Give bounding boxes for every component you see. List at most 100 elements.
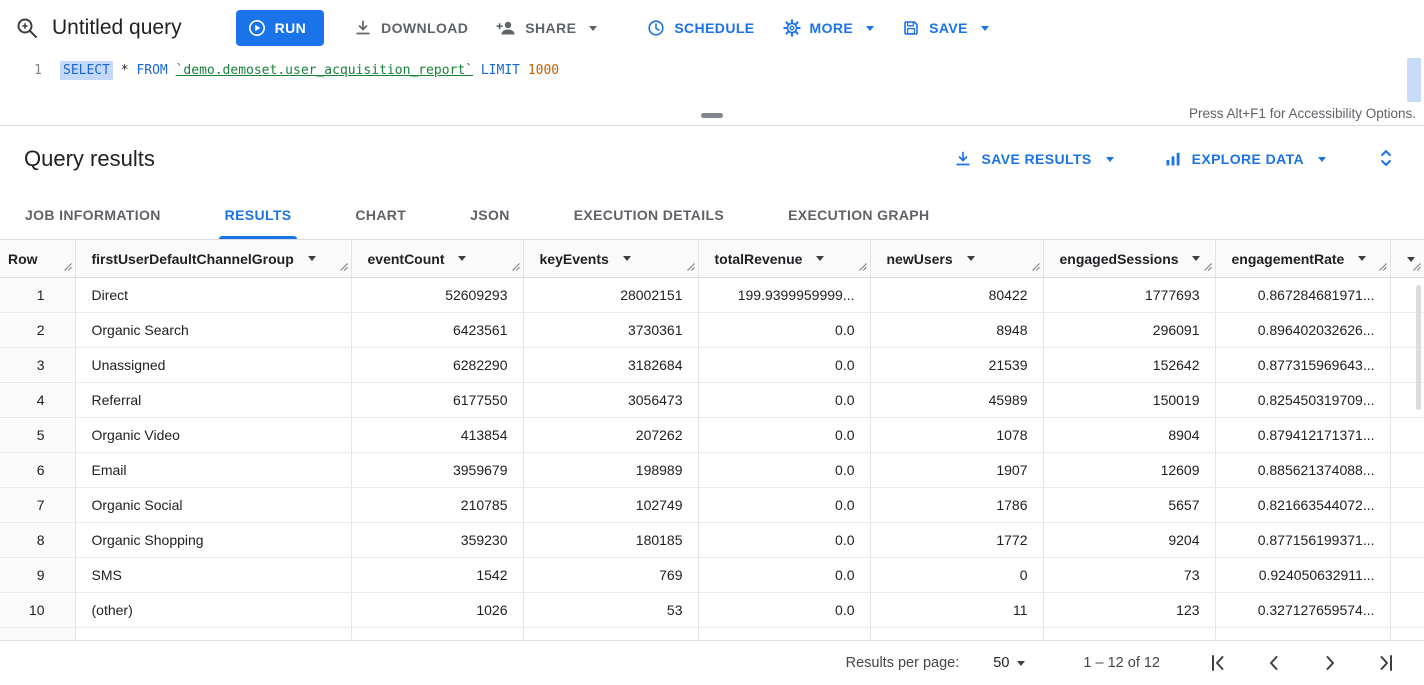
- first-page-button[interactable]: [1206, 651, 1230, 675]
- page-size-select[interactable]: 50: [993, 655, 1025, 671]
- table-cell: 413854: [351, 417, 523, 452]
- column-resize-icon[interactable]: [1203, 261, 1213, 272]
- table-cell-overflow: [1390, 487, 1424, 522]
- column-resize-icon[interactable]: [1412, 261, 1422, 272]
- table-cell: Organic Shopping: [75, 522, 351, 557]
- panel-resize-handle[interactable]: [701, 113, 723, 118]
- column-resize-icon[interactable]: [858, 261, 868, 272]
- table-cell: 3959679: [351, 452, 523, 487]
- chevron-left-icon: [1262, 651, 1286, 675]
- row-number-cell: 6: [0, 452, 75, 487]
- sql-token: SELECT: [60, 61, 113, 80]
- sql-editor[interactable]: 1 SELECT * FROM `demo.demoset.user_acqui…: [0, 56, 1424, 126]
- table-scrollbar[interactable]: [1416, 285, 1421, 410]
- save-icon: [902, 19, 920, 37]
- table-cell: 104: [523, 627, 698, 640]
- table-cell: 1772: [870, 522, 1043, 557]
- next-page-button[interactable]: [1318, 651, 1342, 675]
- column-header-row[interactable]: Row: [0, 240, 75, 277]
- column-resize-icon[interactable]: [511, 261, 521, 272]
- sql-line[interactable]: SELECT * FROM `demo.demoset.user_acquisi…: [60, 61, 559, 81]
- sql-table-link[interactable]: `demo.demoset.user_acquisition_report`: [176, 63, 473, 78]
- column-header-engaged-sessions[interactable]: engagedSessions: [1043, 240, 1215, 277]
- sort-dropdown-icon[interactable]: [816, 256, 824, 261]
- table-cell: 296091: [1043, 312, 1215, 347]
- table-cell: Paid Social: [75, 627, 351, 640]
- editor-scrollbar[interactable]: [1407, 58, 1421, 102]
- table-row: 8Organic Shopping3592301801850.017729204…: [0, 522, 1424, 557]
- share-button[interactable]: SHARE: [496, 19, 597, 37]
- last-page-button[interactable]: [1374, 651, 1398, 675]
- pagination-range: 1 – 12 of 12: [1083, 655, 1160, 671]
- previous-page-button[interactable]: [1262, 651, 1286, 675]
- more-button[interactable]: MORE: [783, 19, 875, 37]
- column-header-total-revenue[interactable]: totalRevenue: [698, 240, 870, 277]
- table-cell: 1542: [351, 557, 523, 592]
- column-header-label: newUsers: [887, 251, 953, 267]
- column-header-engagement-rate[interactable]: engagementRate: [1215, 240, 1390, 277]
- save-results-button[interactable]: SAVE RESULTS: [954, 150, 1114, 168]
- table-cell: 0.327127659574...: [1215, 592, 1390, 627]
- table-cell: 198989: [523, 452, 698, 487]
- results-title: Query results: [24, 146, 954, 172]
- download-button[interactable]: DOWNLOAD: [354, 19, 468, 37]
- explore-data-button[interactable]: EXPLORE DATA: [1164, 150, 1326, 168]
- tab-chart[interactable]: CHART: [355, 191, 406, 239]
- tab-execution-graph[interactable]: EXECUTION GRAPH: [788, 191, 929, 239]
- dropdown-caret-icon: [1106, 157, 1114, 162]
- table-cell: 6177550: [351, 382, 523, 417]
- table-row: 5Organic Video4138542072620.0107889040.8…: [0, 417, 1424, 452]
- table-cell: 0.0: [698, 417, 870, 452]
- column-header-label: Row: [8, 251, 38, 267]
- table-cell: 1777693: [1043, 277, 1215, 312]
- results-per-page-label: Results per page:: [846, 655, 960, 671]
- sql-token: [520, 63, 528, 78]
- sort-dropdown-icon[interactable]: [458, 256, 466, 261]
- save-button[interactable]: SAVE: [902, 19, 989, 37]
- column-resize-icon[interactable]: [339, 261, 349, 272]
- table-cell: 3182684: [523, 347, 698, 382]
- column-header-first-user-default-channel-group[interactable]: firstUserDefaultChannelGroup: [75, 240, 351, 277]
- table-cell-overflow: [1390, 557, 1424, 592]
- tab-execution-details[interactable]: EXECUTION DETAILS: [574, 191, 724, 239]
- column-header-overflow[interactable]: [1390, 240, 1424, 277]
- table-cell: 45989: [870, 382, 1043, 417]
- table-cell: 0.877315969643...: [1215, 347, 1390, 382]
- expand-results-button[interactable]: [1376, 148, 1396, 171]
- sort-dropdown-icon[interactable]: [967, 256, 975, 261]
- table-row: 3Unassigned628229031826840.0215391526420…: [0, 347, 1424, 382]
- table-cell: 1.0: [1215, 627, 1390, 640]
- table-cell: 207262: [523, 417, 698, 452]
- table-cell: 123: [1043, 592, 1215, 627]
- sql-token: 1000: [528, 63, 559, 78]
- table-cell: 28002151: [523, 277, 698, 312]
- tab-json[interactable]: JSON: [470, 191, 510, 239]
- column-resize-icon[interactable]: [686, 261, 696, 272]
- table-cell: 150019: [1043, 382, 1215, 417]
- gear-icon: [783, 19, 801, 37]
- results-table: Row firstUserDefaultChannelGroup eventCo…: [0, 240, 1424, 640]
- column-header-label: engagedSessions: [1060, 251, 1179, 267]
- sort-dropdown-icon[interactable]: [1192, 256, 1200, 261]
- column-resize-icon[interactable]: [1378, 261, 1388, 272]
- schedule-button[interactable]: SCHEDULE: [647, 19, 754, 37]
- table-cell: 0.867284681971...: [1215, 277, 1390, 312]
- table-cell: 0.821663544072...: [1215, 487, 1390, 522]
- column-header-new-users[interactable]: newUsers: [870, 240, 1043, 277]
- sort-dropdown-icon[interactable]: [623, 256, 631, 261]
- table-cell: 5657: [1043, 487, 1215, 522]
- sort-dropdown-icon[interactable]: [308, 256, 316, 261]
- table-cell-overflow: [1390, 417, 1424, 452]
- tab-job-information[interactable]: JOB INFORMATION: [25, 191, 161, 239]
- column-header-event-count[interactable]: eventCount: [351, 240, 523, 277]
- more-button-label: MORE: [810, 20, 854, 36]
- column-resize-icon[interactable]: [63, 261, 73, 272]
- table-cell: 0.877156199371...: [1215, 522, 1390, 557]
- table-cell: Direct: [75, 277, 351, 312]
- run-button[interactable]: RUN: [236, 10, 325, 46]
- row-number-cell: 4: [0, 382, 75, 417]
- column-resize-icon[interactable]: [1031, 261, 1041, 272]
- tab-results[interactable]: RESULTS: [225, 191, 292, 239]
- sort-dropdown-icon[interactable]: [1358, 256, 1366, 261]
- column-header-key-events[interactable]: keyEvents: [523, 240, 698, 277]
